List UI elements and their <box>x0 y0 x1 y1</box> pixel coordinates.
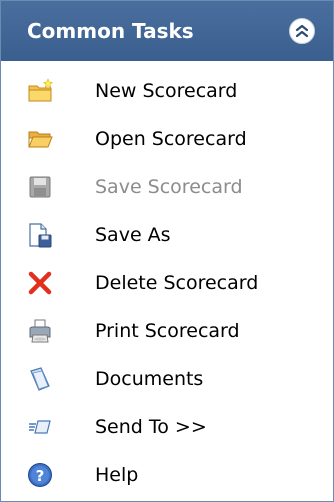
task-label: New Scorecard <box>95 80 238 102</box>
task-label: Delete Scorecard <box>95 272 259 294</box>
task-send-to[interactable]: Send To >> <box>1 403 333 451</box>
task-save-as[interactable]: Save As <box>1 211 333 259</box>
save-as-icon <box>25 220 55 250</box>
double-chevron-up-icon[interactable] <box>289 18 315 44</box>
printer-icon <box>25 316 55 346</box>
documents-icon <box>25 364 55 394</box>
task-label: Help <box>95 464 139 486</box>
task-new-scorecard[interactable]: New Scorecard <box>1 67 333 115</box>
task-documents[interactable]: Documents <box>1 355 333 403</box>
task-label: Save As <box>95 224 171 246</box>
task-save-scorecard[interactable]: Save Scorecard <box>1 163 333 211</box>
task-delete-scorecard[interactable]: Delete Scorecard <box>1 259 333 307</box>
save-disk-icon <box>25 172 55 202</box>
task-label: Print Scorecard <box>95 320 240 342</box>
panel-title: Common Tasks <box>27 19 194 43</box>
task-list: New Scorecard Open Scorecard Save Scorec… <box>1 61 333 499</box>
common-tasks-panel: Common Tasks New Scorecard Open Scorecar… <box>0 0 334 502</box>
task-help[interactable]: ? Help <box>1 451 333 499</box>
help-icon: ? <box>25 460 55 490</box>
open-folder-icon <box>25 124 55 154</box>
task-label: Documents <box>95 368 204 390</box>
task-open-scorecard[interactable]: Open Scorecard <box>1 115 333 163</box>
new-folder-icon <box>25 76 55 106</box>
task-label: Open Scorecard <box>95 128 247 150</box>
delete-x-icon <box>25 268 55 298</box>
task-label: Save Scorecard <box>95 176 243 198</box>
svg-text:?: ? <box>36 467 45 485</box>
panel-header[interactable]: Common Tasks <box>1 1 333 61</box>
task-label: Send To >> <box>95 416 207 438</box>
task-print-scorecard[interactable]: Print Scorecard <box>1 307 333 355</box>
send-to-icon <box>25 412 55 442</box>
